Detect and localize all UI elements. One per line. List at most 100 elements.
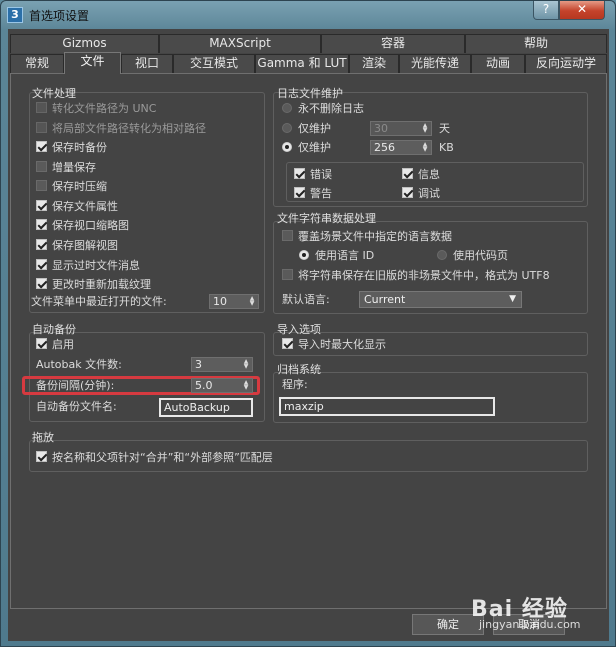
- save-schematic-view-checkbox[interactable]: 保存图解视图: [36, 239, 118, 253]
- tab-files[interactable]: 文件: [64, 52, 121, 74]
- help-button[interactable]: ?: [533, 1, 559, 20]
- match-layers-checkbox[interactable]: 按名称和父项针对“合并”和“外部参照”匹配层: [36, 451, 273, 465]
- archive-program-input[interactable]: maxzip: [279, 397, 495, 416]
- app-icon: 3: [7, 7, 23, 23]
- checkbox-label: 保存时备份: [52, 141, 107, 154]
- auto-backup-enable-checkbox[interactable]: 启用: [36, 338, 74, 352]
- tab-radiosity[interactable]: 光能传递: [399, 54, 471, 73]
- auto-backup-label: 自动备份: [32, 323, 76, 336]
- spinner-value: 3: [195, 358, 202, 371]
- dropdown-value: Current: [364, 293, 406, 306]
- spinner-arrows-icon[interactable]: ▲ ▼: [241, 359, 251, 370]
- autobak-count-label: Autobak 文件数:: [36, 358, 122, 371]
- keep-kb-radio[interactable]: 仅维护: [282, 141, 331, 155]
- radio-label: 仅维护: [298, 141, 331, 154]
- program-label: 程序:: [282, 378, 308, 391]
- tab-row-1: Gizmos MAXScript 容器 帮助: [10, 34, 607, 53]
- checkbox-box: [36, 161, 47, 172]
- window-title: 首选项设置: [29, 9, 90, 23]
- checkbox-box: [402, 168, 413, 179]
- preferences-window: 3 首选项设置 ? ✕ Gizmos MAXScript 容器 帮助 常规 文件…: [0, 0, 616, 647]
- backup-interval-label: 备份间隔(分钟):: [36, 379, 115, 392]
- incremental-save-checkbox[interactable]: 增量保存: [36, 161, 96, 175]
- radio-label: 仅维护: [298, 122, 331, 135]
- tab-animation[interactable]: 动画: [471, 54, 525, 73]
- override-language-checkbox[interactable]: 覆盖场景文件中指定的语言数据: [282, 230, 452, 244]
- recent-files-spinner[interactable]: 10 ▲ ▼: [209, 294, 259, 309]
- checkbox-label: 保存视口缩略图: [52, 219, 129, 232]
- maximize-on-import-checkbox[interactable]: 导入时最大化显示: [282, 338, 386, 352]
- radio-circle: [437, 250, 447, 260]
- radio-circle: [282, 103, 292, 113]
- spinner-arrows-icon[interactable]: ▲ ▼: [247, 296, 257, 307]
- spinner-arrows-icon[interactable]: ▲ ▼: [241, 380, 251, 391]
- default-language-label: 默认语言:: [282, 293, 330, 306]
- tab-help[interactable]: 帮助: [465, 34, 607, 53]
- radio-circle: [282, 123, 292, 133]
- radio-label: 使用语言 ID: [315, 249, 375, 262]
- tab-gizmos[interactable]: Gizmos: [10, 34, 159, 53]
- radio-label: 使用代码页: [453, 249, 508, 262]
- checkbox-label: 导入时最大化显示: [298, 338, 386, 351]
- checkbox-label: 将字符串保存在旧版的非场景文件中，格式为 UTF8: [298, 269, 550, 282]
- checkbox-label: 警告: [310, 187, 332, 200]
- autobak-count-spinner[interactable]: 3 ▲ ▼: [191, 357, 253, 372]
- spinner-value: 30: [374, 122, 388, 135]
- checkbox-box: [282, 338, 293, 349]
- checkbox-label: 显示过时文件消息: [52, 259, 140, 272]
- chevron-down-icon: ▼: [509, 294, 516, 304]
- radio-label: 永不删除日志: [298, 102, 364, 115]
- tab-general[interactable]: 常规: [10, 54, 64, 73]
- log-info-checkbox[interactable]: 信息: [402, 168, 440, 182]
- tab-containers[interactable]: 容器: [321, 34, 465, 53]
- tab-interaction-mode[interactable]: 交互模式: [173, 54, 255, 73]
- tab-row-2: 常规 文件 视口 交互模式 Gamma 和 LUT 渲染 光能传递 动画 反向运…: [10, 52, 607, 74]
- keep-kb-spinner[interactable]: 256 ▲ ▼: [370, 140, 432, 155]
- spinner-value: 5.0: [195, 379, 213, 392]
- log-warnings-checkbox[interactable]: 警告: [294, 187, 332, 201]
- save-file-properties-checkbox[interactable]: 保存文件属性: [36, 200, 118, 214]
- backup-filename-input[interactable]: AutoBackup: [159, 398, 253, 417]
- checkbox-box: [36, 141, 47, 152]
- tab-inverse-kinematics[interactable]: 反向运动学: [525, 54, 607, 73]
- kb-unit: KB: [439, 141, 454, 154]
- relative-path-checkbox[interactable]: 将局部文件路径转化为相对路径: [36, 122, 206, 136]
- reload-textures-checkbox[interactable]: 更改时重新加载纹理: [36, 278, 151, 292]
- checkbox-box: [282, 269, 293, 280]
- backup-on-save-checkbox[interactable]: 保存时备份: [36, 141, 107, 155]
- keep-days-spinner[interactable]: 30 ▲ ▼: [370, 121, 432, 136]
- log-errors-checkbox[interactable]: 错误: [294, 168, 332, 182]
- checkbox-label: 信息: [418, 168, 440, 181]
- drag-drop-label: 拖放: [32, 431, 54, 444]
- checkbox-box: [36, 259, 47, 270]
- spinner-arrows-icon[interactable]: ▲ ▼: [420, 123, 430, 134]
- compress-on-save-checkbox[interactable]: 保存时压缩: [36, 180, 107, 194]
- keep-days-radio[interactable]: 仅维护: [282, 122, 331, 136]
- use-codepage-radio[interactable]: 使用代码页: [437, 249, 508, 263]
- backup-interval-spinner[interactable]: 5.0 ▲ ▼: [191, 378, 253, 393]
- checkbox-box: [36, 338, 47, 349]
- checkbox-box: [36, 278, 47, 289]
- use-language-id-radio[interactable]: 使用语言 ID: [299, 249, 374, 263]
- never-delete-radio[interactable]: 永不删除日志: [282, 102, 364, 116]
- checkbox-box: [402, 187, 413, 198]
- checkbox-label: 按名称和父项针对“合并”和“外部参照”匹配层: [52, 451, 273, 464]
- tab-rendering[interactable]: 渲染: [349, 54, 399, 73]
- tab-maxscript[interactable]: MAXScript: [159, 34, 321, 53]
- close-button[interactable]: ✕: [559, 1, 605, 20]
- checkbox-box: [36, 102, 47, 113]
- save-utf8-checkbox[interactable]: 将字符串保存在旧版的非场景文件中，格式为 UTF8: [282, 269, 550, 283]
- default-language-dropdown[interactable]: Current ▼: [359, 291, 522, 308]
- spinner-arrows-icon[interactable]: ▲ ▼: [420, 142, 430, 153]
- checkbox-label: 覆盖场景文件中指定的语言数据: [298, 230, 452, 243]
- obsolete-file-message-checkbox[interactable]: 显示过时文件消息: [36, 259, 140, 273]
- checkbox-box: [36, 451, 47, 462]
- checkbox-label: 将局部文件路径转化为相对路径: [52, 122, 206, 135]
- checkbox-box: [36, 219, 47, 230]
- log-debug-checkbox[interactable]: 调试: [402, 187, 440, 201]
- tab-gamma-lut[interactable]: Gamma 和 LUT: [255, 54, 349, 73]
- save-viewport-thumbnail-checkbox[interactable]: 保存视口缩略图: [36, 219, 129, 233]
- tab-viewports[interactable]: 视口: [121, 54, 173, 73]
- unc-path-checkbox[interactable]: 转化文件路径为 UNC: [36, 102, 156, 116]
- checkbox-label: 启用: [52, 338, 74, 351]
